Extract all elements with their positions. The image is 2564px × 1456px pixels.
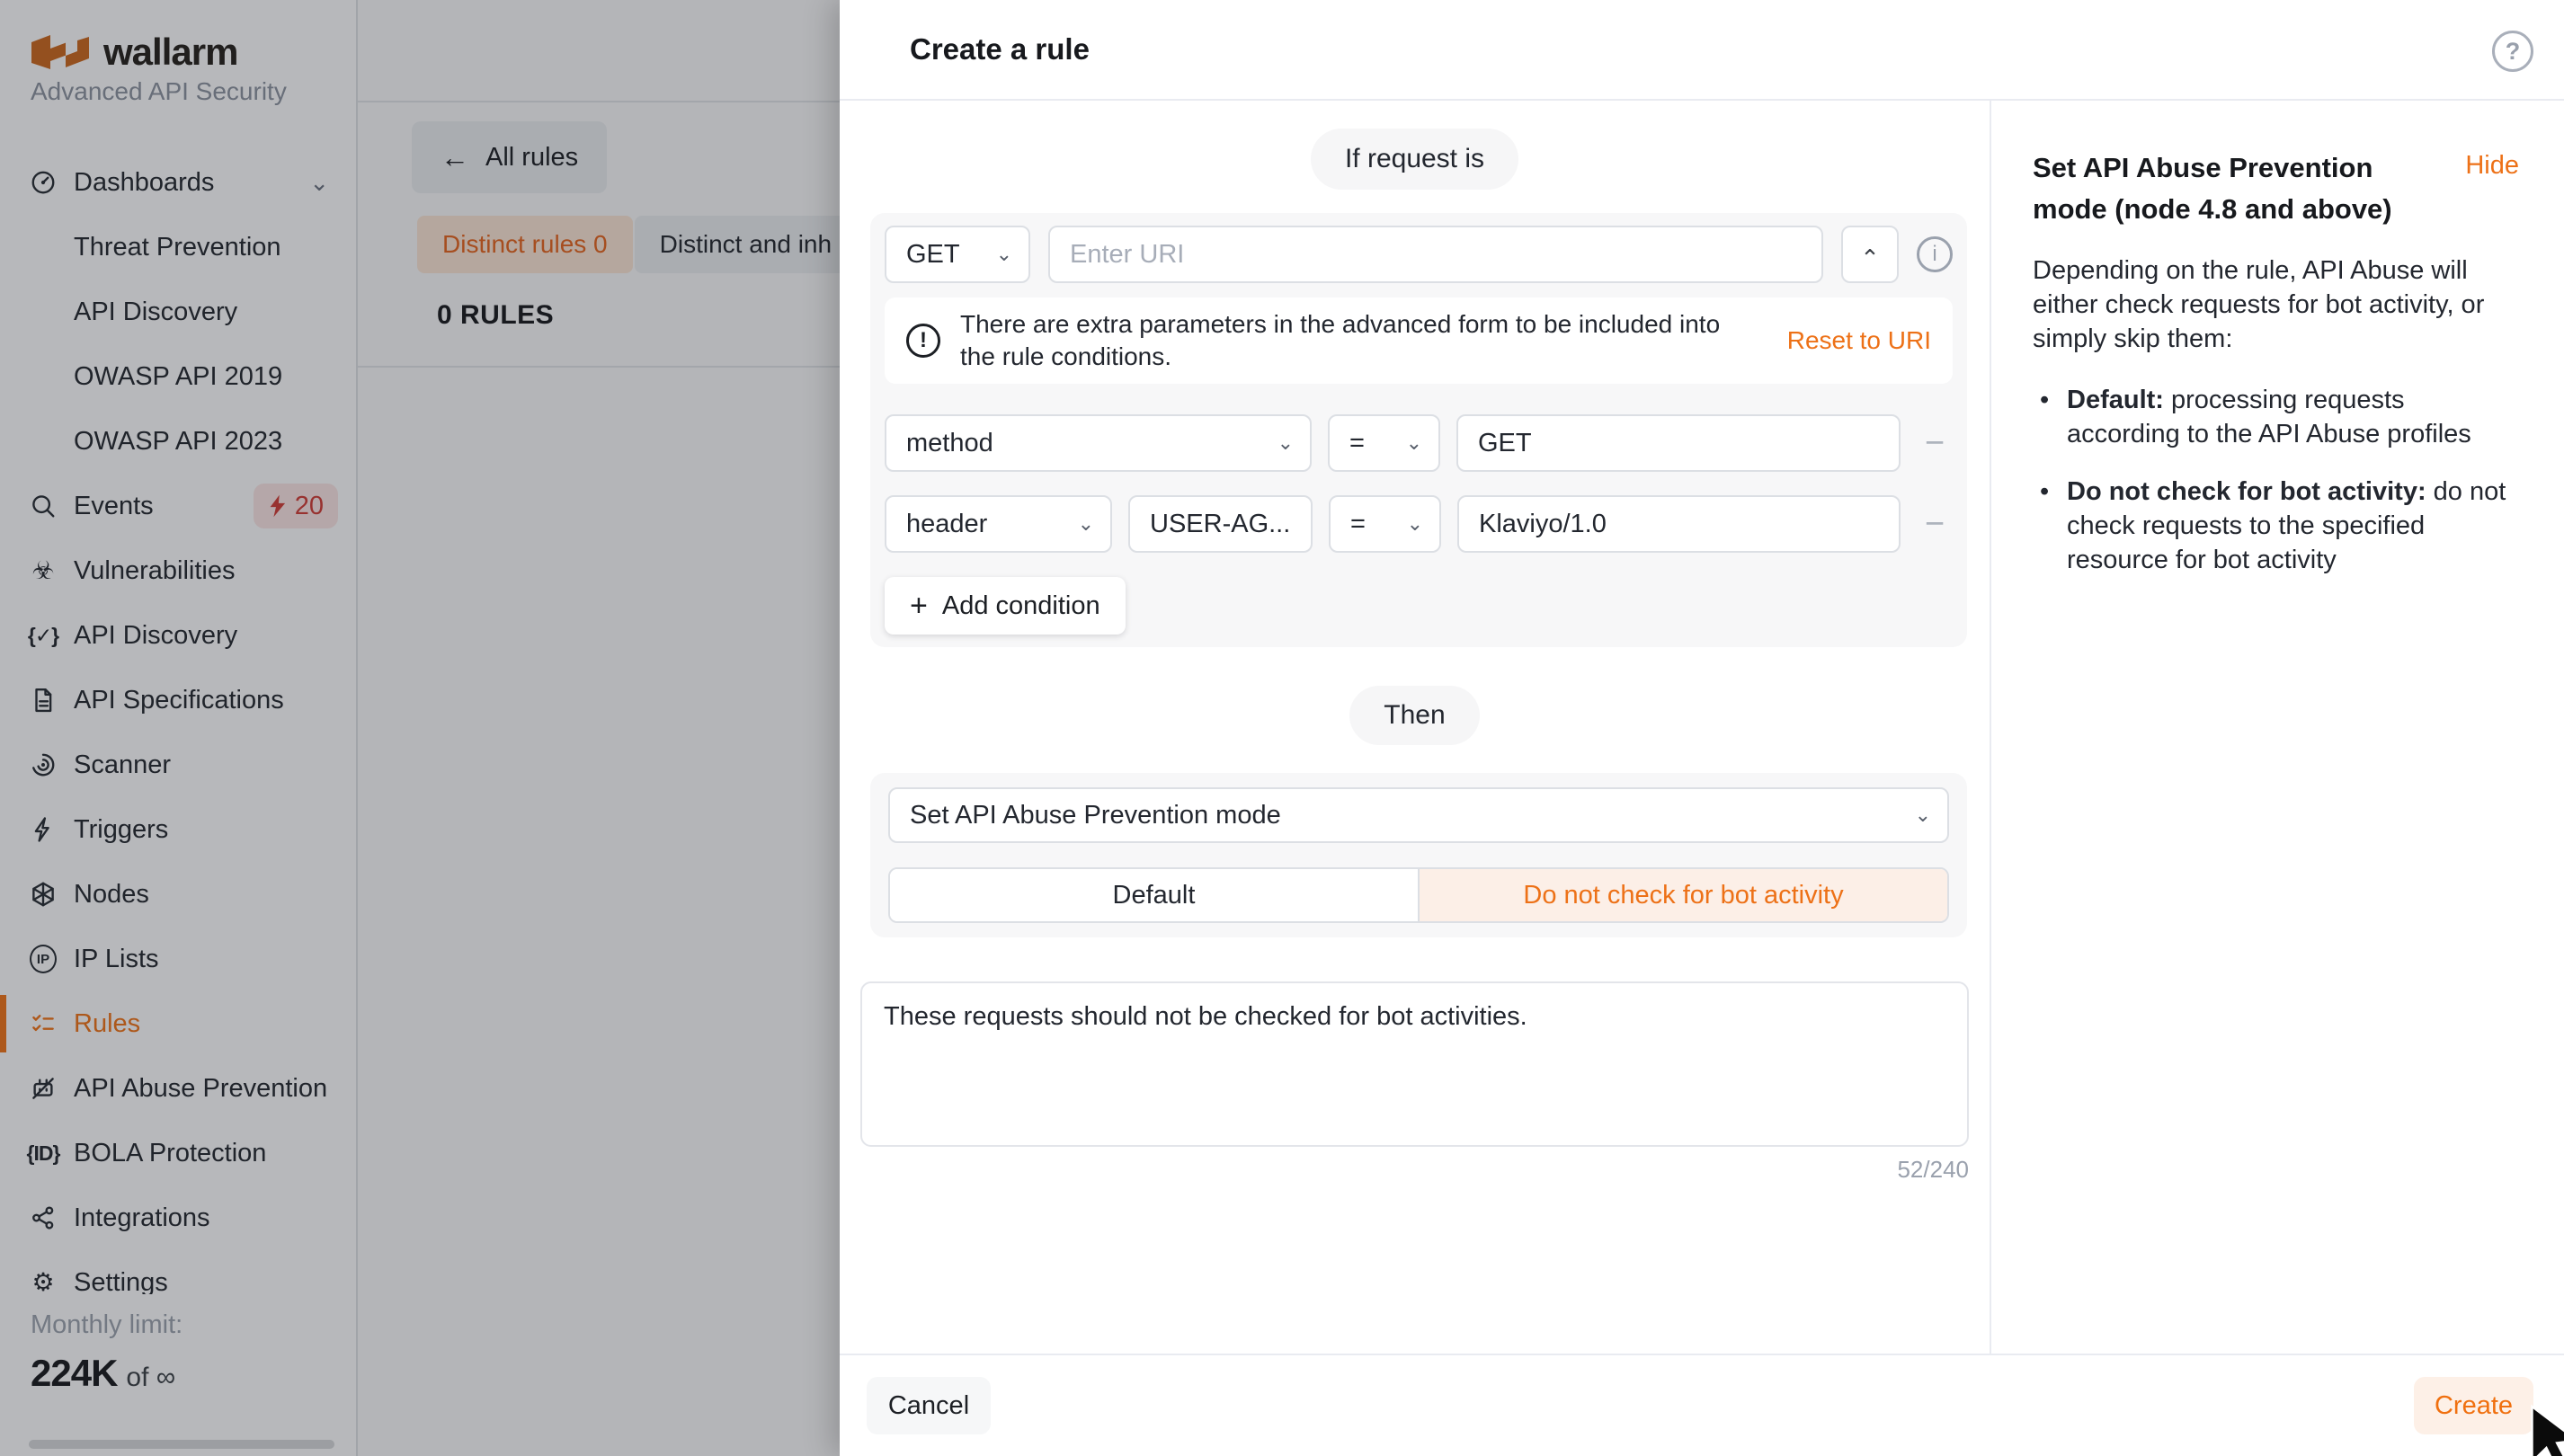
- condition-operator-select[interactable]: = ⌄: [1329, 495, 1441, 553]
- mouse-cursor: [2523, 1404, 2564, 1456]
- extra-parameters-notice: ! There are extra parameters in the adva…: [885, 297, 1953, 384]
- chevron-down-icon: ⌄: [1265, 431, 1294, 455]
- http-method-select[interactable]: GET ⌄: [885, 226, 1030, 283]
- modal-body: If request is GET ⌄ ⌃ i !: [840, 101, 2564, 1354]
- condition-field-select[interactable]: method ⌄: [885, 414, 1312, 472]
- mode-option-default[interactable]: Default: [890, 869, 1418, 921]
- condition-key-input[interactable]: [1128, 495, 1313, 553]
- plus-icon: +: [910, 589, 928, 624]
- collapse-advanced-button[interactable]: ⌃: [1841, 226, 1899, 283]
- rule-action-select[interactable]: Set API Abuse Prevention mode ⌄: [888, 787, 1949, 843]
- remove-condition-button[interactable]: −: [1917, 505, 1953, 544]
- condition-value-input[interactable]: [1456, 414, 1901, 472]
- help-panel-title: Set API Abuse Prevention mode (node 4.8 …: [2033, 147, 2428, 230]
- condition-field-select[interactable]: header ⌄: [885, 495, 1112, 553]
- rule-comment-textarea[interactable]: These requests should not be checked for…: [860, 981, 1969, 1147]
- chevron-down-icon: ⌄: [1393, 431, 1422, 455]
- chevron-down-icon: ⌄: [984, 243, 1012, 266]
- modal-title: Create a rule: [840, 32, 1090, 67]
- screen: wallarm Advanced API Security Dashboards…: [0, 0, 2564, 1456]
- action-panel: Set API Abuse Prevention mode ⌄ Default …: [870, 773, 1967, 937]
- condition-row: header ⌄ = ⌄ −: [885, 495, 1953, 553]
- contextual-help-panel: Set API Abuse Prevention mode (node 4.8 …: [1991, 101, 2564, 1354]
- chevron-up-icon: ⌃: [1860, 244, 1880, 272]
- add-condition-button[interactable]: + Add condition: [885, 577, 1126, 635]
- chevron-down-icon: ⌄: [1902, 803, 1931, 827]
- notice-text: There are extra parameters in the advanc…: [960, 308, 1755, 373]
- mode-option-do-not-check[interactable]: Do not check for bot activity: [1418, 869, 1947, 921]
- chevron-down-icon: ⌄: [1065, 512, 1094, 536]
- char-counter: 52/240: [840, 1156, 1969, 1184]
- condition-operator-select[interactable]: = ⌄: [1328, 414, 1440, 472]
- then-pill: Then: [1349, 686, 1479, 745]
- help-panel-header: Set API Abuse Prevention mode (node 4.8 …: [2033, 147, 2519, 230]
- help-panel-bullets: Default: processing requests according t…: [2033, 383, 2519, 577]
- create-rule-modal: Create a rule ? If request is GET ⌄ ⌃: [840, 0, 2564, 1456]
- help-icon[interactable]: ?: [2492, 31, 2533, 72]
- modal-overlay[interactable]: [0, 0, 840, 1456]
- info-icon[interactable]: i: [1917, 236, 1953, 272]
- rule-form-column: If request is GET ⌄ ⌃ i !: [840, 101, 1991, 1354]
- uri-input[interactable]: [1048, 226, 1823, 283]
- chevron-down-icon: ⌄: [1394, 512, 1423, 536]
- alert-icon: !: [906, 324, 940, 358]
- if-request-is-pill: If request is: [1311, 129, 1518, 190]
- condition-row: method ⌄ = ⌄ −: [885, 414, 1953, 472]
- modal-header: Create a rule: [840, 0, 2564, 101]
- cancel-button[interactable]: Cancel: [867, 1377, 991, 1434]
- help-panel-intro: Depending on the rule, API Abuse will ei…: [2033, 253, 2519, 356]
- condition-value-input[interactable]: [1457, 495, 1901, 553]
- remove-condition-button[interactable]: −: [1917, 424, 1953, 463]
- help-bullet: Do not check for bot activity: do not ch…: [2033, 475, 2519, 577]
- modal-footer: Cancel Create: [840, 1354, 2564, 1456]
- hide-help-link[interactable]: Hide: [2465, 151, 2519, 181]
- request-conditions-panel: GET ⌄ ⌃ i ! There are extra parameters i…: [870, 213, 1967, 647]
- create-button[interactable]: Create: [2414, 1377, 2533, 1434]
- mode-segmented-control: Default Do not check for bot activity: [888, 867, 1949, 923]
- uri-row: GET ⌄ ⌃ i: [885, 226, 1953, 283]
- help-bullet: Default: processing requests according t…: [2033, 383, 2519, 451]
- reset-to-uri-link[interactable]: Reset to URI: [1787, 326, 1931, 355]
